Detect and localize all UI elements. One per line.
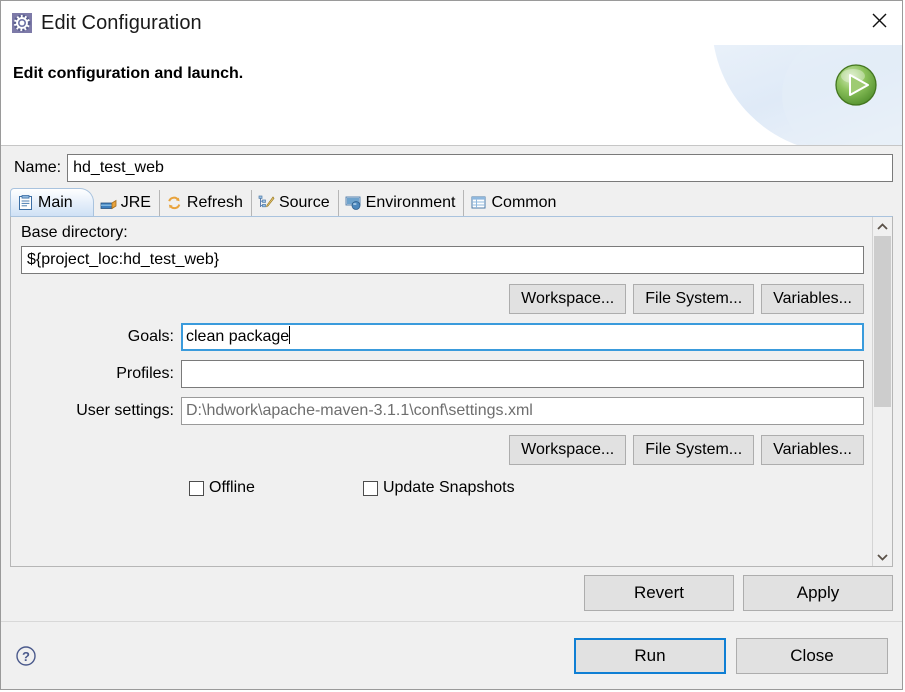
option-checkbox-row: Offline Update Snapshots bbox=[21, 479, 864, 497]
main-document-icon bbox=[17, 194, 34, 211]
name-label: Name: bbox=[14, 159, 62, 176]
tab-strip: Main JRE Refresh Source Environment Comm… bbox=[10, 188, 893, 216]
scroll-down-arrow-icon[interactable] bbox=[873, 547, 892, 566]
tab-environment-label: Environment bbox=[365, 194, 456, 211]
source-edit-icon bbox=[258, 195, 275, 211]
main-tab-content: Base directory: Workspace... File System… bbox=[11, 217, 872, 566]
goals-input[interactable]: clean package bbox=[181, 323, 864, 351]
tab-common-label: Common bbox=[491, 194, 557, 211]
dialog-header-banner: Edit configuration and launch. bbox=[1, 45, 902, 146]
text-caret bbox=[289, 326, 291, 344]
run-button[interactable]: Run bbox=[574, 637, 726, 674]
offline-label: Offline bbox=[209, 479, 255, 496]
revert-button[interactable]: Revert bbox=[584, 575, 734, 611]
header-message: Edit configuration and launch. bbox=[13, 65, 244, 82]
base-dir-variables-button[interactable]: Variables... bbox=[761, 284, 864, 314]
help-question-icon[interactable]: ? bbox=[15, 645, 37, 667]
tab-refresh-label: Refresh bbox=[186, 194, 243, 211]
name-input[interactable] bbox=[67, 154, 893, 182]
footer-button-group: Run Close bbox=[574, 637, 888, 674]
tab-main-label: Main bbox=[38, 193, 73, 211]
profiles-input[interactable] bbox=[181, 360, 864, 388]
tab-jre-label: JRE bbox=[120, 194, 151, 211]
dialog-footer: ? Run Close bbox=[1, 621, 902, 689]
scroll-up-arrow-icon[interactable] bbox=[873, 217, 892, 236]
checkbox-box-offline[interactable] bbox=[189, 480, 204, 496]
apply-button[interactable]: Apply bbox=[743, 575, 893, 611]
tab-jre[interactable]: JRE bbox=[93, 190, 160, 216]
goals-row: Goals: clean package bbox=[21, 323, 864, 351]
user-settings-workspace-button[interactable]: Workspace... bbox=[509, 435, 627, 465]
update-snapshots-label: Update Snapshots bbox=[382, 479, 515, 496]
user-settings-file-system-button[interactable]: File System... bbox=[633, 435, 755, 465]
goals-value: clean package bbox=[186, 328, 290, 345]
svg-text:?: ? bbox=[22, 649, 30, 664]
profiles-row: Profiles: bbox=[21, 360, 864, 388]
tab-refresh[interactable]: Refresh bbox=[159, 190, 252, 216]
user-settings-value: D:\hdwork\apache-maven-3.1.1\conf\settin… bbox=[186, 402, 533, 419]
base-dir-workspace-button[interactable]: Workspace... bbox=[509, 284, 627, 314]
environment-icon bbox=[345, 195, 362, 211]
scrollbar-track[interactable] bbox=[873, 236, 892, 547]
checkbox-box-update-snapshots[interactable] bbox=[362, 480, 378, 496]
panel-vertical-scrollbar[interactable] bbox=[872, 217, 892, 566]
apply-bar: Revert Apply bbox=[10, 575, 893, 621]
user-settings-label: User settings: bbox=[76, 402, 174, 419]
base-directory-input[interactable] bbox=[21, 246, 864, 274]
base-dir-file-system-button[interactable]: File System... bbox=[633, 284, 755, 314]
tab-common[interactable]: Common bbox=[464, 190, 565, 216]
name-row: Name: bbox=[10, 154, 893, 182]
offline-checkbox[interactable]: Offline bbox=[189, 479, 255, 497]
close-button[interactable]: Close bbox=[736, 637, 888, 674]
dialog-body: Name: Main bbox=[1, 146, 902, 621]
user-settings-row: User settings: D:\hdwork\apache-maven-3.… bbox=[21, 397, 864, 425]
user-settings-variables-button[interactable]: Variables... bbox=[761, 435, 864, 465]
gear-configuration-icon bbox=[11, 12, 33, 34]
common-table-icon bbox=[470, 195, 487, 211]
scrollbar-thumb[interactable] bbox=[874, 236, 891, 408]
refresh-arrows-icon bbox=[166, 195, 183, 211]
profiles-label: Profiles: bbox=[116, 365, 174, 382]
close-icon[interactable] bbox=[856, 1, 902, 39]
user-settings-input[interactable]: D:\hdwork\apache-maven-3.1.1\conf\settin… bbox=[181, 397, 864, 425]
dialog-titlebar: Edit Configuration bbox=[1, 1, 902, 45]
update-snapshots-checkbox[interactable]: Update Snapshots bbox=[362, 479, 515, 497]
jre-library-icon bbox=[100, 195, 117, 211]
edit-configuration-dialog: Edit Configuration Edit configuration an… bbox=[0, 0, 903, 690]
green-run-play-icon bbox=[832, 61, 880, 109]
goals-label: Goals: bbox=[127, 328, 174, 345]
main-tab-panel: Base directory: Workspace... File System… bbox=[10, 216, 893, 567]
user-settings-button-row: Workspace... File System... Variables... bbox=[21, 435, 864, 465]
base-directory-label: Base directory: bbox=[21, 224, 128, 241]
tab-environment[interactable]: Environment bbox=[338, 190, 465, 216]
tab-source[interactable]: Source bbox=[251, 190, 339, 216]
tab-main[interactable]: Main bbox=[10, 188, 94, 216]
dialog-title: Edit Configuration bbox=[41, 11, 202, 34]
base-directory-button-row: Workspace... File System... Variables... bbox=[21, 284, 864, 314]
tab-source-label: Source bbox=[278, 194, 330, 211]
